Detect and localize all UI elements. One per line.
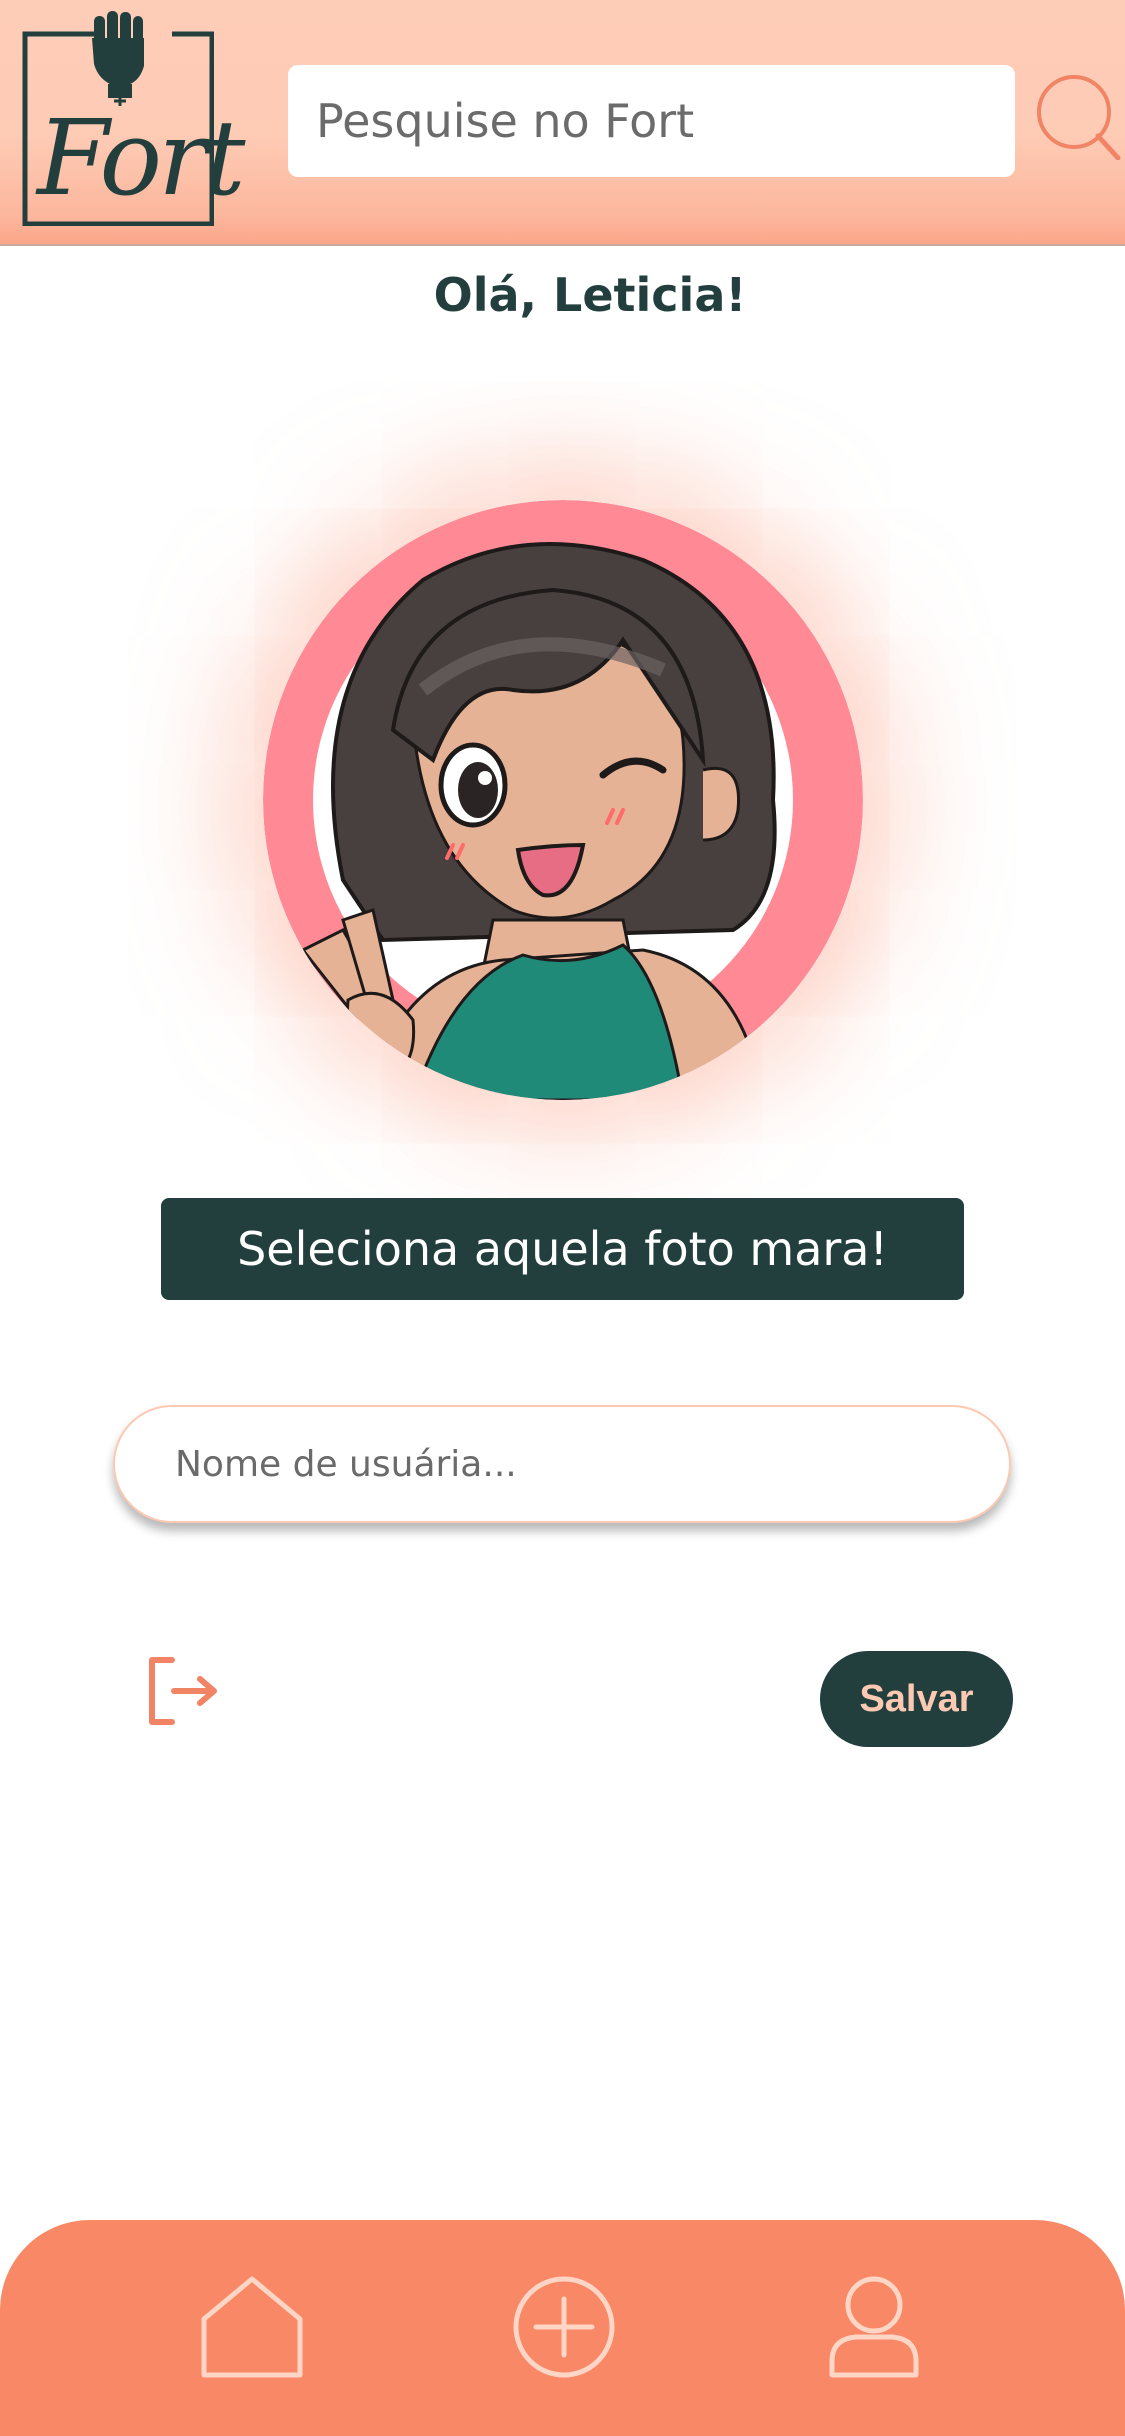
username-field[interactable] [113,1405,1011,1523]
greeting-text: Olá, Leticia! [433,268,747,322]
fort-logo[interactable]: Fort [22,8,246,227]
search-input[interactable] [314,64,1015,178]
avatar-container[interactable] [263,500,863,1100]
logo-text: Fort [37,97,246,219]
avatar [263,500,863,1100]
nav-home[interactable] [200,2275,304,2379]
profile-icon [829,2276,919,2378]
logout-button[interactable] [144,1654,220,1730]
logout-icon [149,1657,217,1725]
nav-profile[interactable] [822,2275,926,2379]
nav-add-post[interactable] [512,2275,616,2379]
raised-fist-icon [92,11,144,98]
search-icon [1037,75,1121,161]
save-button[interactable]: Salvar [820,1651,1013,1747]
select-photo-button[interactable]: Seleciona aquela foto mara! [161,1198,964,1300]
header-divider [0,244,1125,246]
add-circle-icon [513,2276,615,2378]
home-icon [201,2276,303,2378]
username-input[interactable] [173,1406,1009,1522]
search-button[interactable] [1032,70,1122,161]
search-box[interactable] [288,64,1015,178]
